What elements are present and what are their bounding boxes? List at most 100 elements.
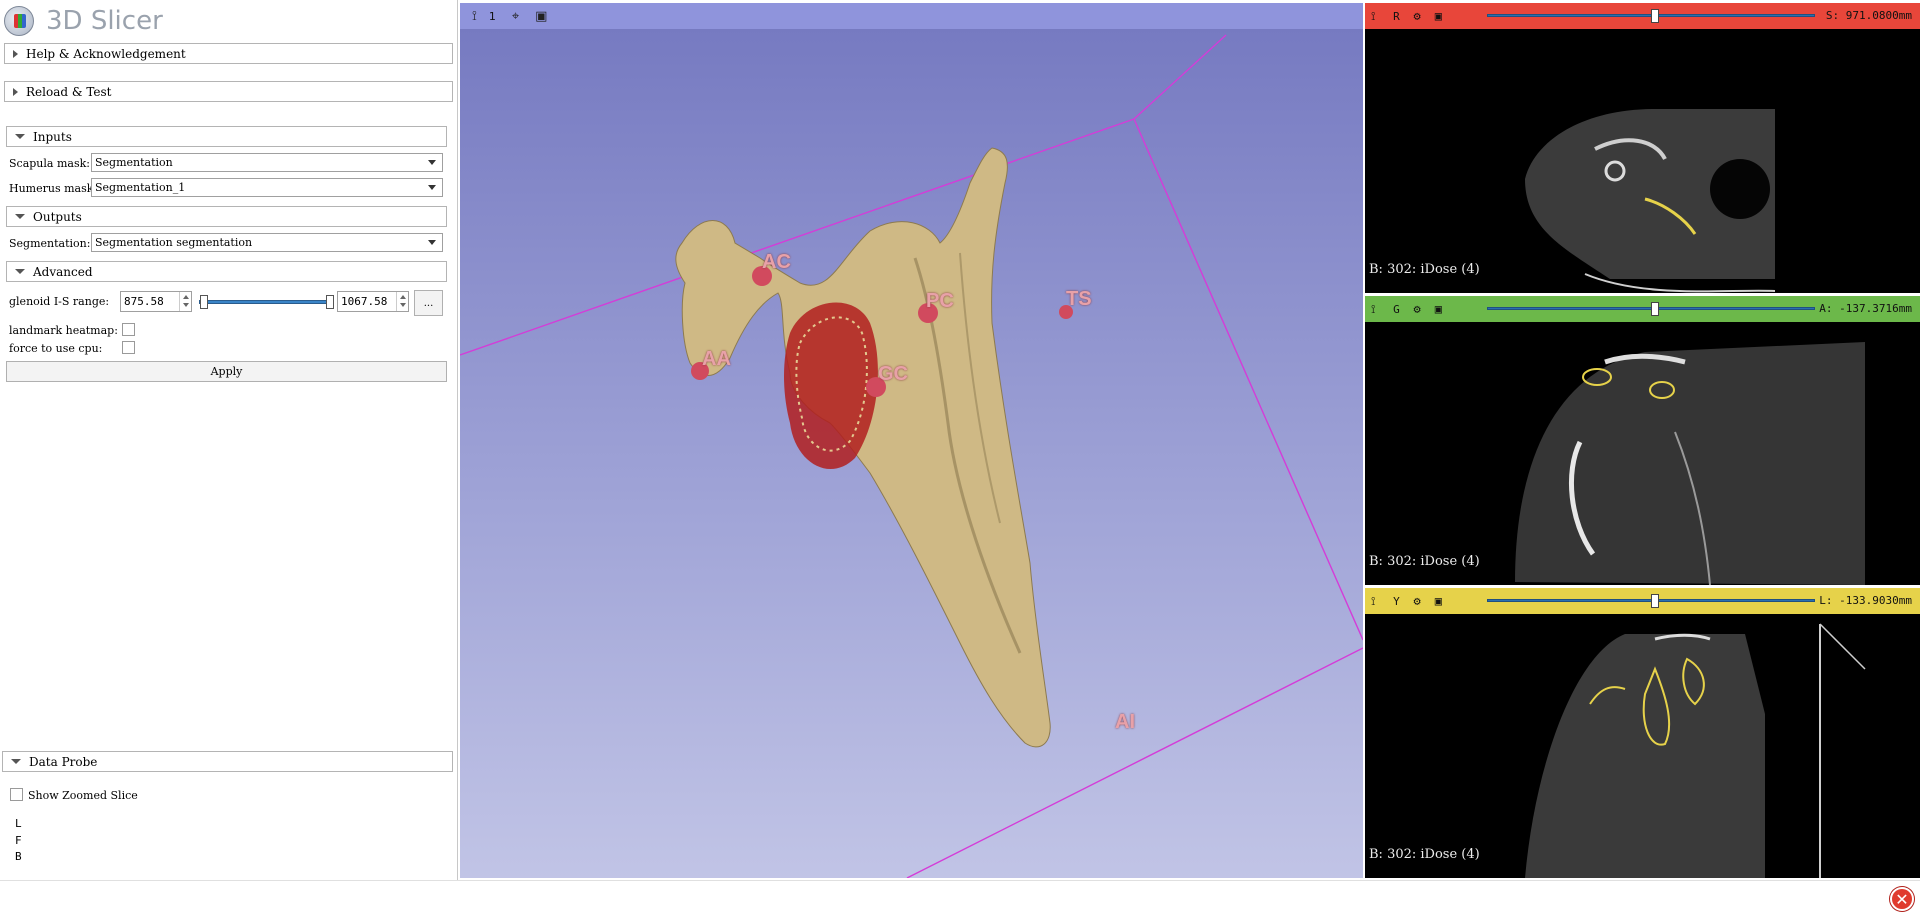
scapula-mask-select[interactable]: Segmentation: [91, 153, 443, 172]
show-zoomed-slice-label: Show Zoomed Slice: [28, 788, 138, 802]
collapse-arrow-icon: [13, 49, 18, 58]
red-slice-controller: ⟟ R ⚙ ▣ S: 971.0800mm: [1365, 3, 1920, 29]
heatmap-checkbox[interactable]: [122, 323, 135, 336]
landmark-AA-label: AA: [702, 348, 731, 370]
range-label: glenoid I-S range:: [9, 294, 110, 308]
landmark-TS-label: TS: [1066, 288, 1092, 310]
range-max-spinbox[interactable]: 1067.58: [337, 291, 409, 312]
yellow-slice-offset: L: -133.9030mm: [1819, 594, 1912, 607]
slicer-logo-icon: [4, 6, 34, 36]
green-slice-controller: ⟟ G ⚙ ▣ A: -137.3716mm: [1365, 296, 1920, 322]
sagittal-ct-image: [1525, 623, 1866, 878]
red-slice-image[interactable]: B: 302: iDose (4): [1365, 29, 1920, 293]
yellow-slice-series: B: 302: iDose (4): [1369, 847, 1480, 862]
collapse-arrow-icon: [13, 87, 18, 96]
red-slider-handle[interactable]: [1651, 9, 1660, 23]
link-icon[interactable]: ⚙: [1413, 302, 1420, 316]
red-slice-label: R: [1393, 9, 1400, 23]
range-min-value: 875.58: [124, 295, 164, 308]
range-slider-min-handle[interactable]: [200, 295, 208, 309]
section-outputs[interactable]: Outputs: [6, 206, 447, 227]
output-segmentation-select[interactable]: Segmentation segmentation: [91, 233, 443, 252]
humerus-mask-select[interactable]: Segmentation_1: [91, 178, 443, 197]
yellow-slice-view[interactable]: ⟟ Y ⚙ ▣ L: -133.9030mm B: 302: iDose (4): [1365, 588, 1920, 878]
chevron-down-icon: [428, 160, 436, 165]
expand-arrow-icon: [15, 214, 25, 219]
module-panel: 3D Slicer Help & Acknowledgement Reload …: [0, 0, 458, 880]
link-icon[interactable]: ⚙: [1413, 9, 1420, 23]
chevron-down-icon: [428, 240, 436, 245]
yellow-slice-image[interactable]: B: 302: iDose (4): [1365, 614, 1920, 878]
heatmap-label: landmark heatmap:: [9, 323, 118, 337]
red-slice-view[interactable]: ⟟ R ⚙ ▣ S: 971.0800mm B: 302: iDose (4): [1365, 3, 1920, 293]
section-outputs-label: Outputs: [33, 209, 82, 224]
maximize-icon[interactable]: ▣: [1435, 302, 1442, 316]
range-slider[interactable]: [199, 295, 334, 309]
section-inputs-label: Inputs: [33, 129, 72, 144]
link-icon[interactable]: ⚙: [1413, 594, 1420, 608]
force-cpu-checkbox[interactable]: [122, 341, 135, 354]
humerus-label: Humerus mask:: [9, 181, 98, 195]
section-data-probe[interactable]: Data Probe: [2, 751, 453, 772]
app-logo: 3D Slicer: [4, 3, 163, 39]
expand-arrow-icon: [15, 269, 25, 274]
scapula-label: Scapula mask:: [9, 156, 90, 170]
range-min-spinbox[interactable]: 875.58: [120, 291, 192, 312]
section-help-label: Help & Acknowledgement: [26, 46, 186, 61]
landmark-AC-label: AC: [762, 251, 791, 273]
3d-view[interactable]: ⟟ 1 ⌖ ▣ AC PC TS AA GC AI: [460, 3, 1363, 878]
expand-arrow-icon: [15, 134, 25, 139]
section-advanced[interactable]: Advanced: [6, 261, 447, 282]
red-slice-slider[interactable]: [1487, 9, 1815, 23]
red-slice-series: B: 302: iDose (4): [1369, 262, 1480, 277]
range-slider-max-handle[interactable]: [326, 295, 334, 309]
probe-B: B: [15, 850, 22, 863]
green-slice-label: G: [1393, 302, 1400, 316]
section-advanced-label: Advanced: [33, 264, 93, 279]
section-reload[interactable]: Reload & Test: [4, 81, 453, 102]
apply-button[interactable]: Apply: [6, 361, 447, 382]
yellow-slider-handle[interactable]: [1651, 594, 1660, 608]
humerus-mask-value: Segmentation_1: [95, 181, 186, 194]
spin-arrows-icon[interactable]: [179, 292, 191, 311]
scapula-model: [675, 147, 1051, 748]
3d-render: [460, 34, 1363, 878]
green-slice-offset: A: -137.3716mm: [1819, 302, 1912, 315]
scapula-mask-value: Segmentation: [95, 156, 173, 169]
close-icon[interactable]: ✕: [1890, 887, 1914, 911]
section-help[interactable]: Help & Acknowledgement: [4, 43, 453, 64]
pin-icon[interactable]: ⟟: [1371, 594, 1375, 609]
maximize-icon[interactable]: ▣: [1435, 9, 1442, 23]
chevron-down-icon: [428, 185, 436, 190]
pin-icon[interactable]: ⟟: [1371, 302, 1375, 317]
yellow-slice-controller: ⟟ Y ⚙ ▣ L: -133.9030mm: [1365, 588, 1920, 614]
spin-arrows-icon[interactable]: [396, 292, 408, 311]
pin-icon[interactable]: ⟟: [1371, 9, 1375, 24]
maximize-icon[interactable]: ▣: [1435, 594, 1442, 608]
yellow-slice-label: Y: [1393, 594, 1400, 608]
axial-ct-image: [1525, 109, 1776, 293]
coronal-ct-image: [1515, 342, 1865, 585]
show-zoomed-slice-checkbox[interactable]: [10, 788, 23, 801]
green-slice-view[interactable]: ⟟ G ⚙ ▣ A: -137.3716mm B: 302: iDose (4): [1365, 296, 1920, 585]
app-title: 3D Slicer: [46, 6, 163, 36]
section-data-probe-label: Data Probe: [29, 754, 98, 769]
segmentation-label: Segmentation:: [9, 236, 91, 250]
section-reload-label: Reload & Test: [26, 84, 112, 99]
range-max-value: 1067.58: [341, 295, 388, 308]
range-options-button[interactable]: ...: [414, 290, 443, 316]
section-inputs[interactable]: Inputs: [6, 126, 447, 147]
status-bar: ✕: [0, 880, 1920, 916]
probe-F: F: [15, 834, 22, 847]
landmark-GC-label: GC: [878, 363, 908, 385]
expand-arrow-icon: [11, 759, 21, 764]
green-slice-series: B: 302: iDose (4): [1369, 554, 1480, 569]
cpu-label: force to use cpu:: [9, 341, 103, 355]
green-slice-image[interactable]: B: 302: iDose (4): [1365, 322, 1920, 585]
probe-L: L: [15, 817, 22, 830]
green-slice-slider[interactable]: [1487, 302, 1815, 316]
output-segmentation-value: Segmentation segmentation: [95, 236, 253, 249]
green-slider-handle[interactable]: [1651, 302, 1660, 316]
red-slice-offset: S: 971.0800mm: [1825, 9, 1912, 22]
yellow-slice-slider[interactable]: [1487, 594, 1815, 608]
